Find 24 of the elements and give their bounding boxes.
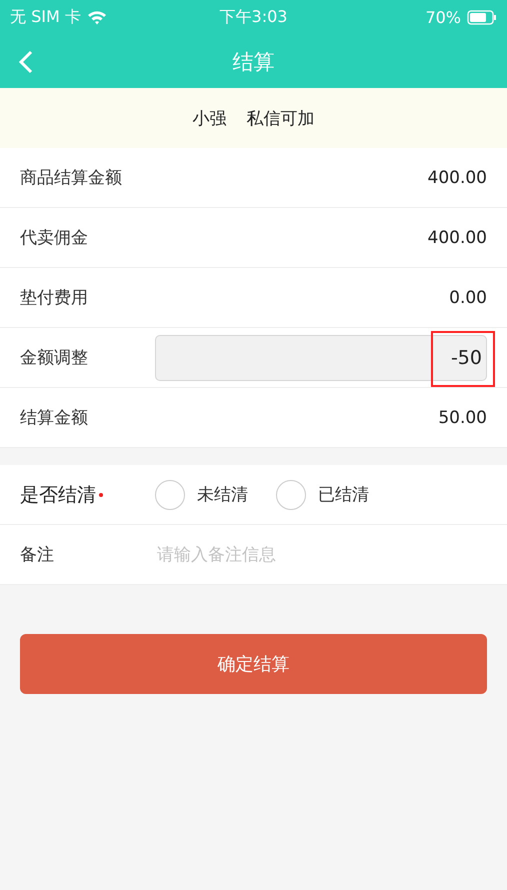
row-label: 商品结算金额 — [20, 167, 123, 189]
wifi-icon — [86, 10, 107, 25]
adjustment-field[interactable]: -50 — [155, 334, 487, 380]
row-label: 是否结清 — [20, 482, 96, 508]
remarks-field[interactable]: 请输入备注信息 — [155, 544, 487, 566]
contact-name: 小强 — [192, 108, 226, 130]
row-value: 400.00 — [428, 228, 487, 248]
row-label: 备注 — [20, 544, 55, 566]
battery-icon — [467, 10, 497, 25]
carrier-text: 无 SIM 卡 — [10, 7, 81, 28]
radio-option[interactable]: 已结清 — [276, 480, 369, 510]
battery-percent: 70% — [425, 8, 461, 27]
row-label: 结算金额 — [20, 407, 89, 429]
row-value: 0.00 — [449, 288, 487, 308]
notice-text: 私信可加 — [246, 108, 314, 130]
row-label: 代卖佣金 — [20, 227, 89, 249]
page-title: 结算 — [232, 48, 274, 76]
row-label: 垫付费用 — [20, 287, 89, 309]
status-time: 下午3:03 — [220, 7, 288, 28]
row-value: 400.00 — [428, 168, 487, 188]
radio-option[interactable]: 未结清 — [155, 480, 248, 510]
submit-button[interactable]: 确定结算 — [20, 634, 487, 694]
row-value: 50.00 — [438, 408, 487, 428]
row-label: 金额调整 — [20, 347, 89, 369]
